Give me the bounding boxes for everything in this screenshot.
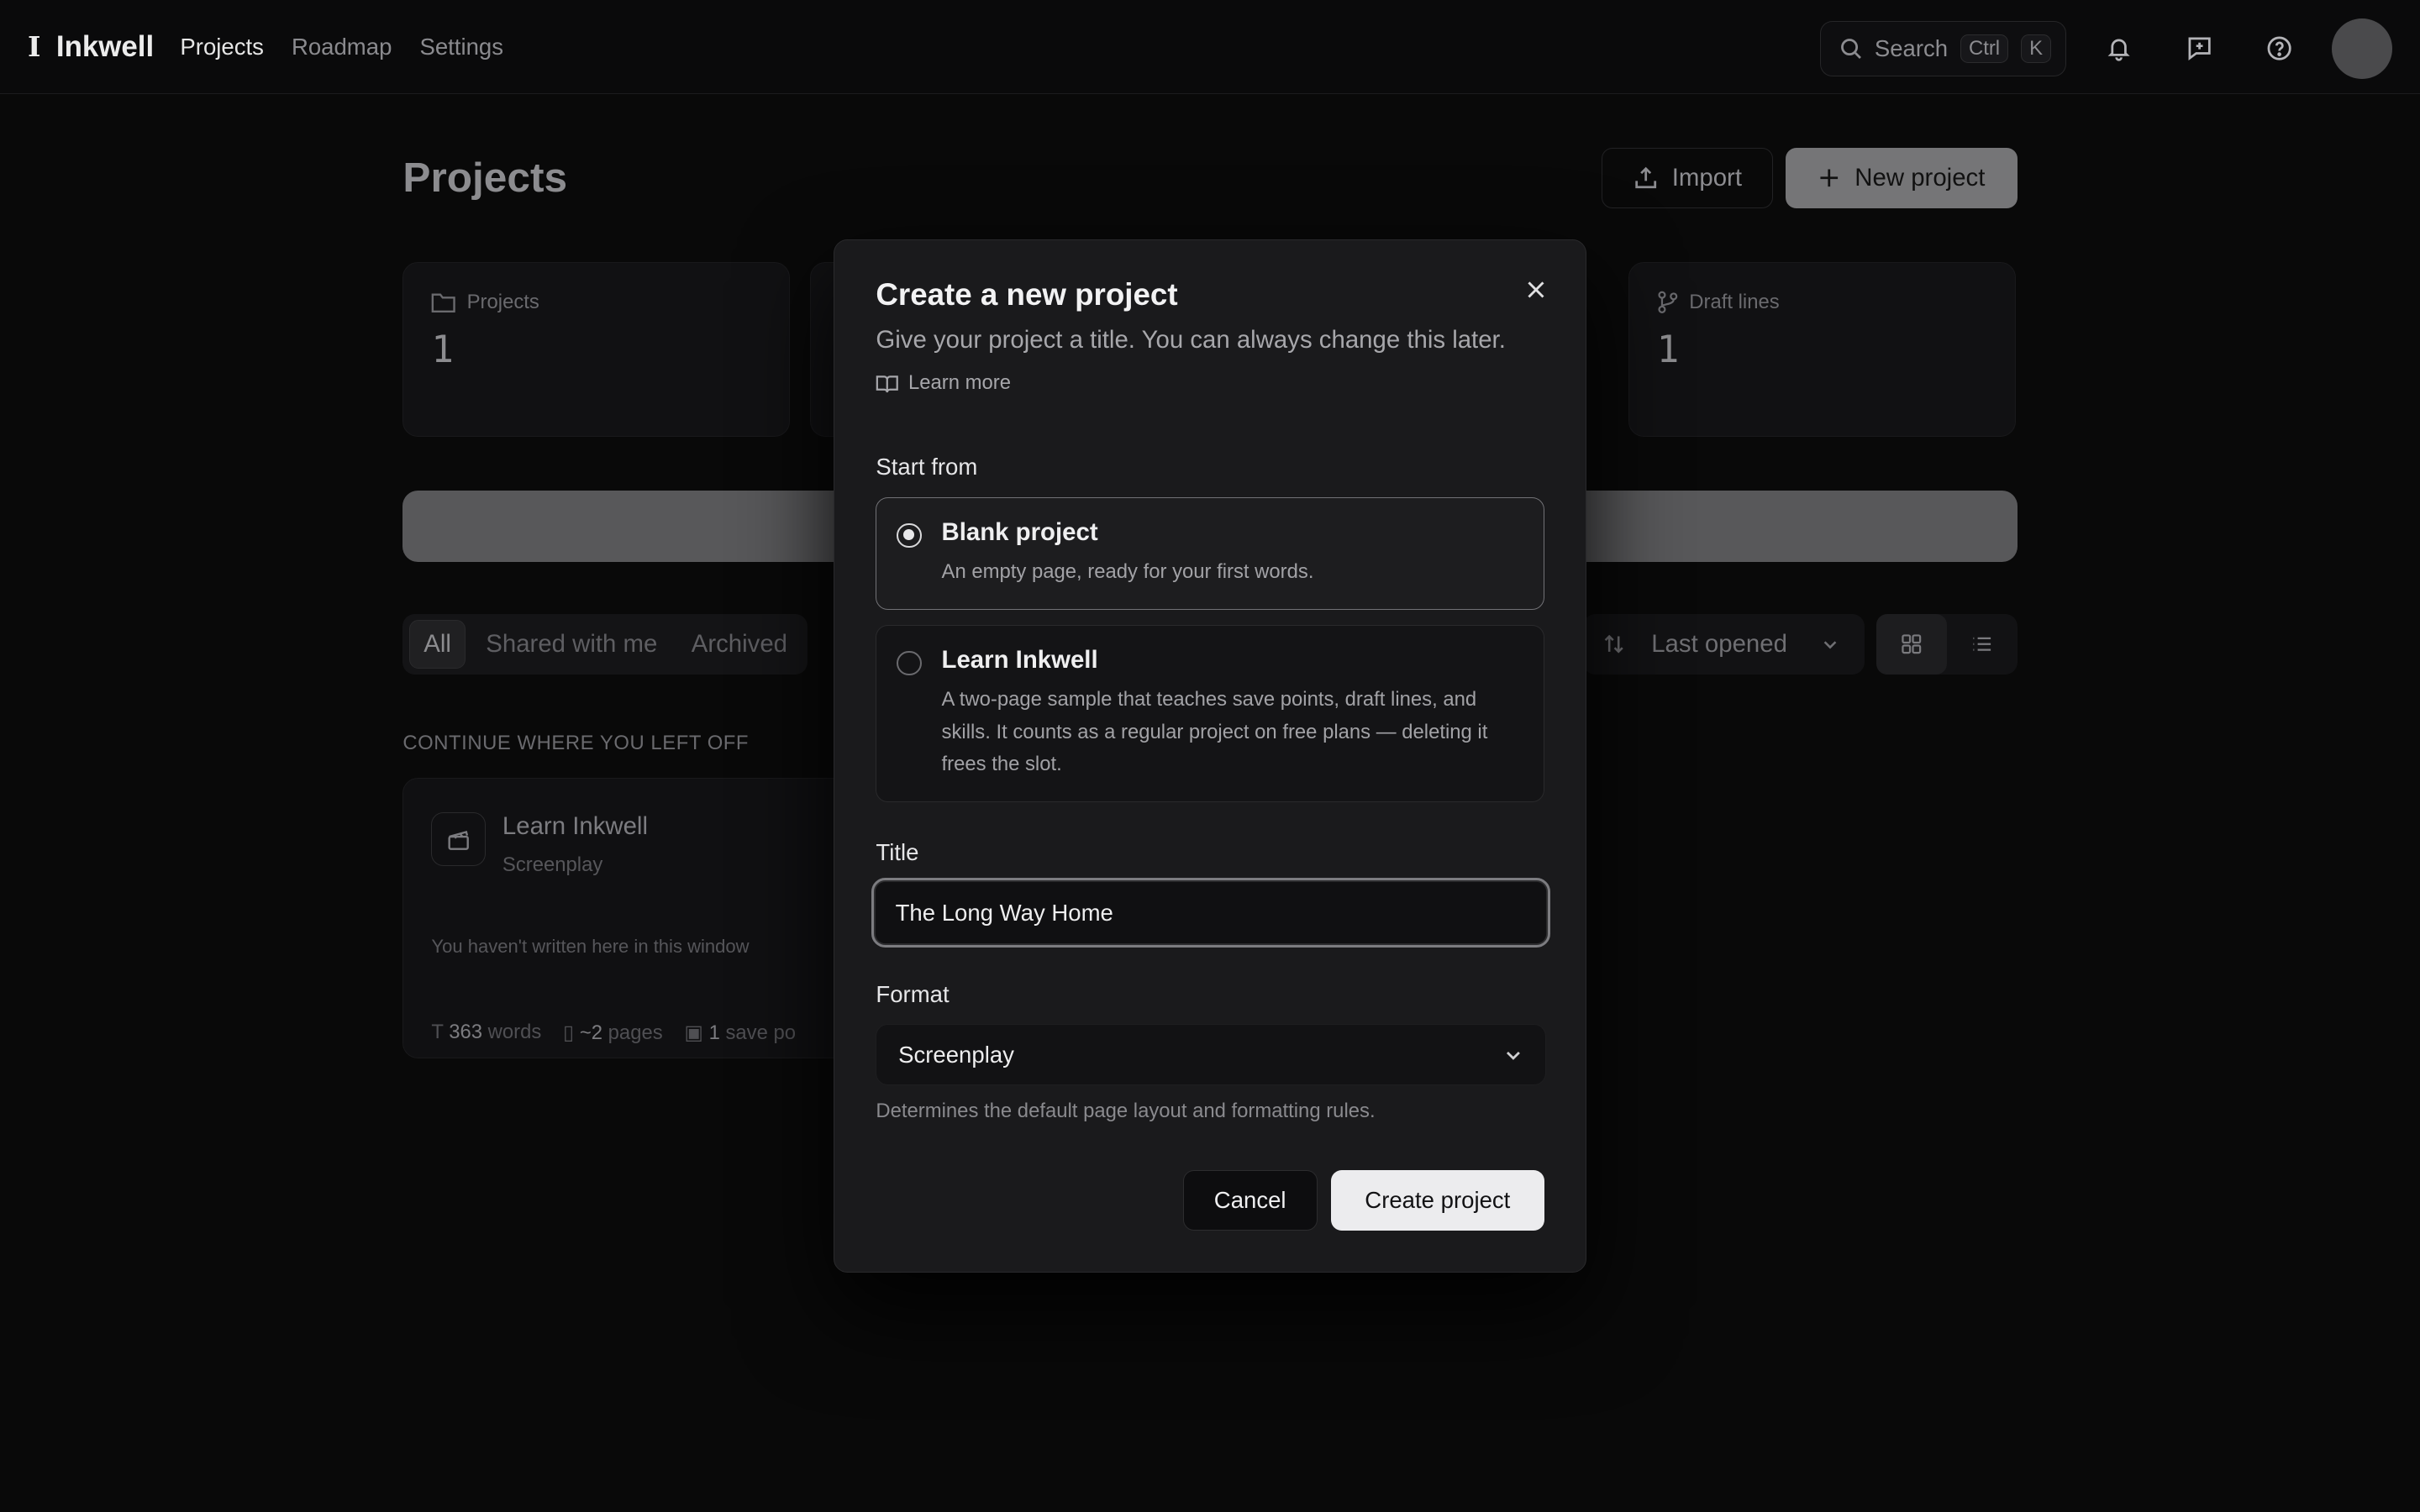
close-icon: [1528, 281, 1544, 298]
chevron-down-icon: [1506, 1051, 1520, 1060]
option-description: A two-page sample that teaches save poin…: [941, 688, 1488, 776]
format-value: Screenplay: [898, 1041, 1014, 1068]
title-label: Title: [876, 838, 919, 865]
book-icon: [876, 375, 899, 392]
dialog-actions: Cancel Create project: [1182, 1170, 1544, 1231]
radio-button[interactable]: [897, 522, 922, 549]
learn-more-link[interactable]: Learn more: [876, 371, 1544, 395]
option-title: Learn Inkwell: [941, 646, 1098, 675]
format-hint: Determines the default page layout and f…: [876, 1099, 1376, 1122]
create-project-dialog: Create a new project Give your project a…: [833, 239, 1587, 1273]
option-title: Blank project: [941, 518, 1098, 547]
title-input[interactable]: The Long Way Home: [871, 878, 1551, 948]
format-label: Format: [876, 981, 950, 1008]
learn-more-label: Learn more: [908, 371, 1011, 395]
create-project-button[interactable]: Create project: [1331, 1170, 1544, 1231]
option-blank-project[interactable]: Blank project An empty page, ready for y…: [876, 497, 1544, 610]
option-description: An empty page, ready for your first word…: [941, 560, 1314, 584]
close-button[interactable]: [1521, 274, 1552, 305]
option-learn-inkwell[interactable]: Learn Inkwell A two-page sample that tea…: [876, 625, 1544, 802]
dialog-subtitle: Give your project a title. You can alway…: [876, 326, 1506, 354]
radio-button[interactable]: [897, 650, 922, 675]
cancel-button[interactable]: Cancel: [1182, 1170, 1318, 1231]
dialog-title: Create a new project: [876, 276, 1178, 312]
start-from-label: Start from: [876, 454, 978, 480]
format-select[interactable]: Screenplay: [876, 1023, 1546, 1086]
